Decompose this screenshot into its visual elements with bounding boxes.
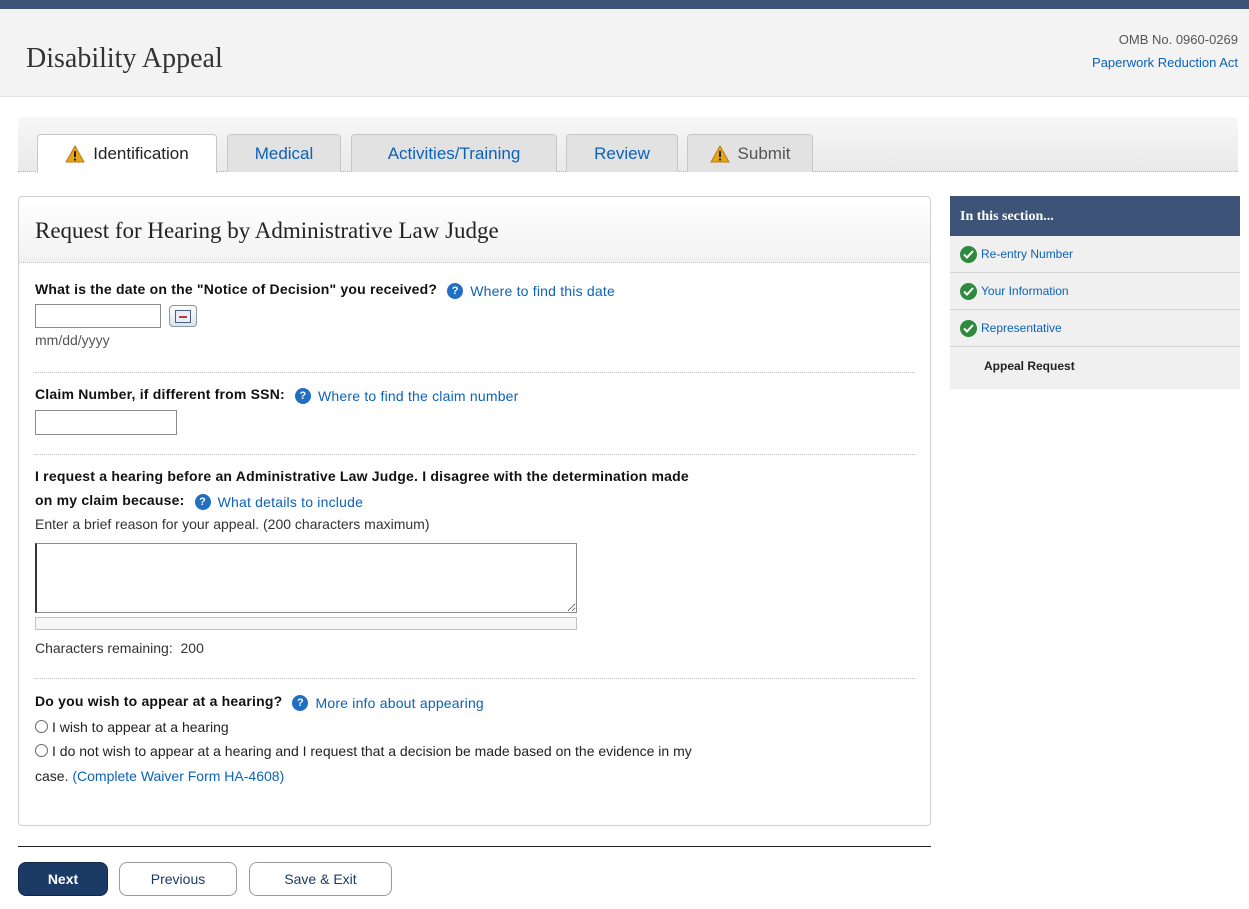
reason-help-link[interactable]: ? What details to include	[194, 494, 364, 510]
characters-remaining-count: 200	[180, 640, 204, 656]
appear-option-yes[interactable]: I wish to appear at a hearing	[35, 716, 229, 738]
radio-label: I do not wish to appear at a hearing and…	[52, 743, 692, 759]
tab-label: Medical	[254, 143, 314, 163]
page-header: Disability Appeal OMB No. 0960-0269 Pape…	[0, 9, 1249, 97]
waiver-form-link[interactable]: (Complete Waiver Form HA-4608)	[72, 768, 284, 784]
appear-option-no-continued: case. (Complete Waiver Form HA-4608)	[35, 768, 284, 784]
sidebar-title: In this section...	[950, 196, 1240, 236]
characters-remaining: Characters remaining: 200	[35, 640, 204, 656]
appear-label: Do you wish to appear at a hearing?	[35, 693, 283, 709]
help-link-text: What details to include	[217, 494, 364, 510]
page-title: Request for Hearing by Administrative La…	[35, 218, 499, 243]
sidebar-item-re-entry-number[interactable]: Re-entry Number	[950, 236, 1240, 273]
sidebar-item-label: Your Information	[981, 284, 1069, 298]
radio-no-appear[interactable]	[35, 744, 48, 757]
save-exit-button[interactable]: Save & Exit	[249, 862, 392, 896]
help-icon: ?	[295, 388, 311, 404]
reason-label: on my claim because:	[35, 492, 185, 508]
section-sidebar: In this section... Re-entry Number Your …	[950, 196, 1240, 389]
sidebar-item-label: Appeal Request	[984, 358, 1075, 373]
help-link-text: Where to find the claim number	[318, 388, 519, 404]
sidebar-item-appeal-request: Appeal Request	[950, 347, 1240, 384]
sidebar-item-representative[interactable]: Representative	[950, 310, 1240, 347]
claim-number-help-link[interactable]: ? Where to find the claim number	[295, 388, 519, 404]
claim-number-question: Claim Number, if different from SSN: ? Wh…	[35, 386, 519, 404]
previous-button[interactable]: Previous	[119, 862, 237, 896]
checkmark-icon	[960, 282, 977, 300]
characters-remaining-label: Characters remaining:	[35, 640, 173, 656]
sidebar-item-label: Re-entry Number	[981, 247, 1074, 261]
sidebar-item-your-information[interactable]: Your Information	[950, 273, 1240, 310]
appear-help-link[interactable]: ? More info about appearing	[292, 695, 484, 711]
paperwork-reduction-act-link[interactable]: Paperwork Reduction Act	[1092, 55, 1238, 70]
tab-medical[interactable]: Medical	[227, 134, 341, 172]
help-icon: ?	[194, 494, 211, 510]
section-divider	[35, 678, 915, 679]
help-icon: ?	[292, 695, 309, 711]
notice-date-help-link[interactable]: ? Where to find this date	[447, 283, 615, 299]
tab-label: Activities/Training	[387, 143, 521, 163]
radio-appear[interactable]	[35, 720, 48, 733]
top-accent-bar	[0, 0, 1249, 9]
calendar-icon	[175, 309, 191, 323]
tab-review[interactable]: Review	[566, 134, 678, 172]
character-count-bar	[35, 617, 577, 630]
tab-activities-training[interactable]: Activities/Training	[351, 134, 557, 172]
appear-option-no[interactable]: I do not wish to appear at a hearing and…	[35, 740, 915, 762]
claim-number-input[interactable]	[35, 410, 177, 435]
notice-date-label: What is the date on the "Notice of Decis…	[35, 281, 438, 297]
claim-number-label: Claim Number, if different from SSN:	[35, 386, 285, 402]
section-divider	[35, 454, 915, 455]
tab-identification[interactable]: Identification	[37, 134, 217, 173]
tab-submit[interactable]: Submit	[687, 134, 813, 172]
footer-divider	[18, 846, 931, 847]
reason-instruction: Enter a brief reason for your appeal. (2…	[35, 516, 430, 532]
checkmark-icon	[960, 245, 977, 263]
radio-label: I wish to appear at a hearing	[52, 719, 229, 735]
omb-number: OMB No. 0960-0269	[1118, 32, 1238, 47]
radio-label-continued: case.	[35, 768, 69, 784]
main-form-panel: Request for Hearing by Administrative La…	[18, 196, 931, 826]
checkmark-icon	[960, 319, 977, 337]
help-icon: ?	[447, 283, 464, 299]
help-link-text: Where to find this date	[470, 283, 615, 299]
notice-date-question: What is the date on the "Notice of Decis…	[35, 281, 615, 299]
date-format-hint: mm/dd/yyyy	[35, 332, 110, 348]
reason-question-line2: on my claim because: ? What details to in…	[35, 492, 363, 510]
tab-label: Submit	[737, 143, 791, 163]
notice-date-input[interactable]	[35, 304, 161, 328]
appeal-reason-textarea[interactable]	[35, 543, 577, 613]
warning-icon	[709, 144, 730, 162]
reason-question-line1: I request a hearing before an Administra…	[35, 468, 689, 484]
help-link-text: More info about appearing	[315, 695, 484, 711]
app-title: Disability Appeal	[26, 43, 223, 74]
warning-icon	[65, 145, 86, 163]
tab-label: Review	[594, 143, 650, 163]
calendar-button[interactable]	[169, 305, 197, 327]
appear-question: Do you wish to appear at a hearing? ? Mor…	[35, 693, 484, 711]
section-divider	[35, 372, 915, 373]
sidebar-item-label: Representative	[981, 321, 1062, 335]
tab-label: Identification	[93, 144, 189, 163]
next-button[interactable]: Next	[18, 862, 108, 896]
